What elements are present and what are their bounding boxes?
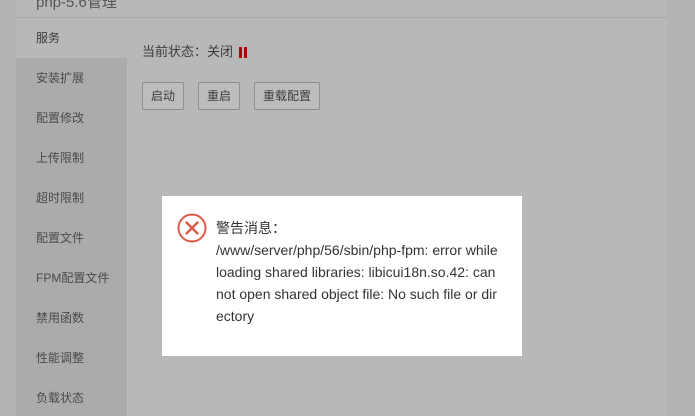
service-content: 当前状态：关闭 启动 重启 重载配置 xyxy=(142,40,321,110)
sidebar-item-config-edit[interactable]: 配置修改 xyxy=(16,98,127,138)
sidebar-item-upload-limit[interactable]: 上传限制 xyxy=(16,138,127,178)
dialog-message: /www/server/php/56/sbin/php-fpm: error w… xyxy=(216,242,498,324)
start-button[interactable]: 启动 xyxy=(142,82,185,110)
sidebar-item-config-file[interactable]: 配置文件 xyxy=(16,218,127,258)
panel-title: php-5.6管理 xyxy=(36,0,117,11)
sidebar-item-timeout-limit[interactable]: 超时限制 xyxy=(16,178,127,218)
error-icon xyxy=(177,213,207,243)
stopped-pause-icon xyxy=(239,46,248,58)
sidebar: 服务 安装扩展 配置修改 上传限制 超时限制 配置文件 FPM配置文件 禁用函数… xyxy=(16,18,127,416)
restart-button[interactable]: 重启 xyxy=(198,82,241,110)
status-label: 当前状态：关闭 xyxy=(142,44,234,59)
sidebar-item-disabled-functions[interactable]: 禁用函数 xyxy=(16,298,127,338)
sidebar-item-service[interactable]: 服务 xyxy=(16,18,127,58)
sidebar-item-load-status[interactable]: 负载状态 xyxy=(16,378,127,416)
dialog-text: 警告消息： /www/server/php/56/sbin/php-fpm: e… xyxy=(216,217,500,327)
sidebar-item-install-extension[interactable]: 安装扩展 xyxy=(16,58,127,98)
dialog-heading: 警告消息： xyxy=(216,220,286,236)
panel-header: php-5.6管理 xyxy=(16,0,667,18)
reload-config-button[interactable]: 重载配置 xyxy=(254,82,321,110)
screen: php-5.6管理 服务 安装扩展 配置修改 上传限制 超时限制 配置文件 FP… xyxy=(0,0,695,416)
sidebar-item-fpm-config-file[interactable]: FPM配置文件 xyxy=(16,258,127,298)
service-buttons: 启动 重启 重载配置 xyxy=(142,82,321,110)
status-line: 当前状态：关闭 xyxy=(142,40,320,64)
error-dialog: 警告消息： /www/server/php/56/sbin/php-fpm: e… xyxy=(162,196,522,356)
sidebar-item-performance-tuning[interactable]: 性能调整 xyxy=(16,338,127,378)
